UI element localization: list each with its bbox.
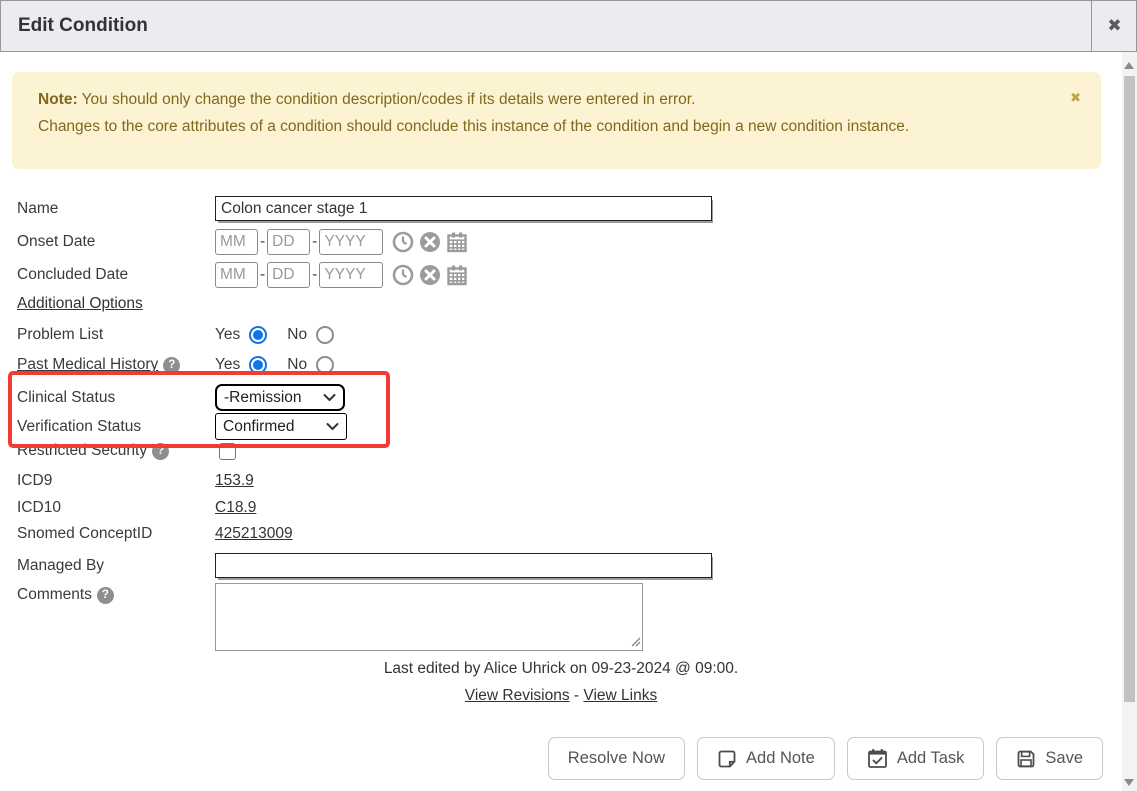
- save-button[interactable]: Save: [996, 737, 1103, 780]
- date-separator: -: [312, 233, 317, 251]
- clear-date-icon[interactable]: [419, 231, 441, 253]
- clinical-status-label: Clinical Status: [17, 389, 215, 407]
- additional-options-row: Additional Options: [17, 295, 143, 313]
- verification-status-row: Verification Status Confirmed: [17, 413, 347, 440]
- concluded-date-label: Concluded Date: [17, 266, 215, 284]
- warning-banner: Note: You should only change the conditi…: [12, 72, 1101, 169]
- onset-date-row: Onset Date - -: [17, 229, 468, 255]
- clock-icon[interactable]: [392, 231, 414, 253]
- dialog-header: Edit Condition ✖: [0, 0, 1137, 52]
- icd9-code-link[interactable]: 153.9: [215, 472, 254, 490]
- date-separator: -: [312, 266, 317, 284]
- comments-label: Comments ?: [17, 583, 215, 604]
- snomed-code-link[interactable]: 425213009: [215, 525, 293, 543]
- icd9-label: ICD9: [17, 472, 215, 490]
- resolve-now-button[interactable]: Resolve Now: [548, 737, 685, 780]
- past-medical-history-label: Past Medical History ?: [17, 356, 215, 374]
- restricted-security-checkbox[interactable]: [219, 443, 236, 460]
- clear-date-icon[interactable]: [419, 264, 441, 286]
- restricted-security-label: Restricted Security ?: [17, 442, 215, 460]
- concluded-day-input[interactable]: [267, 262, 310, 288]
- clock-icon[interactable]: [392, 264, 414, 286]
- last-edited-text: Last edited by Alice Uhrick on 09-23-202…: [0, 660, 1122, 678]
- pmh-yes-label: Yes: [215, 356, 240, 374]
- comments-textarea[interactable]: [215, 583, 643, 651]
- concluded-date-row: Concluded Date - -: [17, 262, 468, 288]
- resolve-now-label: Resolve Now: [568, 749, 665, 768]
- snomed-label: Snomed ConceptID: [17, 525, 215, 543]
- scroll-down-arrow-icon[interactable]: [1124, 779, 1134, 786]
- add-note-button[interactable]: Add Note: [697, 737, 835, 780]
- verification-status-value: Confirmed: [223, 418, 295, 436]
- help-icon[interactable]: ?: [97, 587, 114, 604]
- close-icon[interactable]: ✖: [1092, 1, 1137, 51]
- past-medical-history-row: Past Medical History ? Yes No: [17, 356, 334, 374]
- pmh-no-radio[interactable]: [316, 356, 334, 374]
- snomed-row: Snomed ConceptID 425213009: [17, 525, 293, 543]
- name-row: Name: [17, 196, 712, 221]
- warning-line-1: Note: You should only change the conditi…: [38, 86, 1061, 113]
- verification-status-select[interactable]: Confirmed: [215, 413, 347, 440]
- chevron-down-icon: [326, 422, 339, 431]
- name-label: Name: [17, 200, 215, 218]
- add-task-label: Add Task: [897, 749, 965, 768]
- managed-by-row: Managed By: [17, 553, 712, 578]
- pmh-no-label: No: [287, 356, 307, 374]
- problem-list-row: Problem List Yes No: [17, 326, 334, 344]
- view-revisions-link[interactable]: View Revisions: [465, 687, 570, 704]
- calendar-icon[interactable]: [446, 231, 468, 253]
- edit-condition-dialog: Edit Condition ✖ Note: You should only c…: [0, 0, 1137, 791]
- note-icon: [717, 749, 737, 769]
- add-note-label: Add Note: [746, 749, 815, 768]
- dialog-title: Edit Condition: [1, 15, 148, 37]
- footer-button-bar: Resolve Now Add Note Add Task Save: [548, 737, 1103, 780]
- dismiss-icon[interactable]: ✖: [1070, 84, 1081, 111]
- comments-row: Comments ?: [17, 583, 643, 651]
- onset-year-input[interactable]: [319, 229, 383, 255]
- verification-status-label: Verification Status: [17, 418, 215, 436]
- link-separator: -: [570, 687, 584, 704]
- clinical-status-value: -Remission: [224, 389, 302, 407]
- problem-list-yes-label: Yes: [215, 326, 240, 344]
- clinical-status-select[interactable]: -Remission: [215, 384, 345, 411]
- scrollbar-thumb[interactable]: [1124, 76, 1135, 702]
- warning-line-2: Changes to the core attributes of a cond…: [38, 113, 1061, 140]
- icd10-label: ICD10: [17, 499, 215, 517]
- problem-list-no-label: No: [287, 326, 307, 344]
- view-links-link[interactable]: View Links: [583, 687, 657, 704]
- help-icon[interactable]: ?: [152, 443, 169, 460]
- help-icon[interactable]: ?: [163, 357, 180, 374]
- scroll-up-arrow-icon[interactable]: [1124, 62, 1134, 69]
- name-input[interactable]: [215, 196, 712, 221]
- clinical-status-row: Clinical Status -Remission: [17, 384, 345, 411]
- restricted-security-row: Restricted Security ?: [17, 442, 236, 460]
- pmh-yes-radio[interactable]: [249, 356, 267, 374]
- calendar-icon[interactable]: [446, 264, 468, 286]
- chevron-down-icon: [323, 393, 336, 402]
- onset-date-label: Onset Date: [17, 233, 215, 251]
- vertical-scrollbar[interactable]: [1122, 52, 1137, 791]
- save-icon: [1016, 749, 1036, 769]
- icd10-code-link[interactable]: C18.9: [215, 499, 256, 517]
- problem-list-no-radio[interactable]: [316, 326, 334, 344]
- note-label: Note:: [38, 91, 78, 108]
- concluded-month-input[interactable]: [215, 262, 258, 288]
- problem-list-label: Problem List: [17, 326, 215, 344]
- problem-list-yes-radio[interactable]: [249, 326, 267, 344]
- date-separator: -: [260, 266, 265, 284]
- add-task-button[interactable]: Add Task: [847, 737, 985, 780]
- date-separator: -: [260, 233, 265, 251]
- concluded-year-input[interactable]: [319, 262, 383, 288]
- additional-options-link[interactable]: Additional Options: [17, 295, 143, 313]
- task-calendar-icon: [867, 748, 888, 769]
- icd9-row: ICD9 153.9: [17, 472, 254, 490]
- icd10-row: ICD10 C18.9: [17, 499, 256, 517]
- revision-links: View Revisions - View Links: [0, 687, 1122, 705]
- onset-day-input[interactable]: [267, 229, 310, 255]
- onset-month-input[interactable]: [215, 229, 258, 255]
- managed-by-label: Managed By: [17, 557, 215, 575]
- managed-by-input[interactable]: [215, 553, 712, 578]
- save-label: Save: [1045, 749, 1083, 768]
